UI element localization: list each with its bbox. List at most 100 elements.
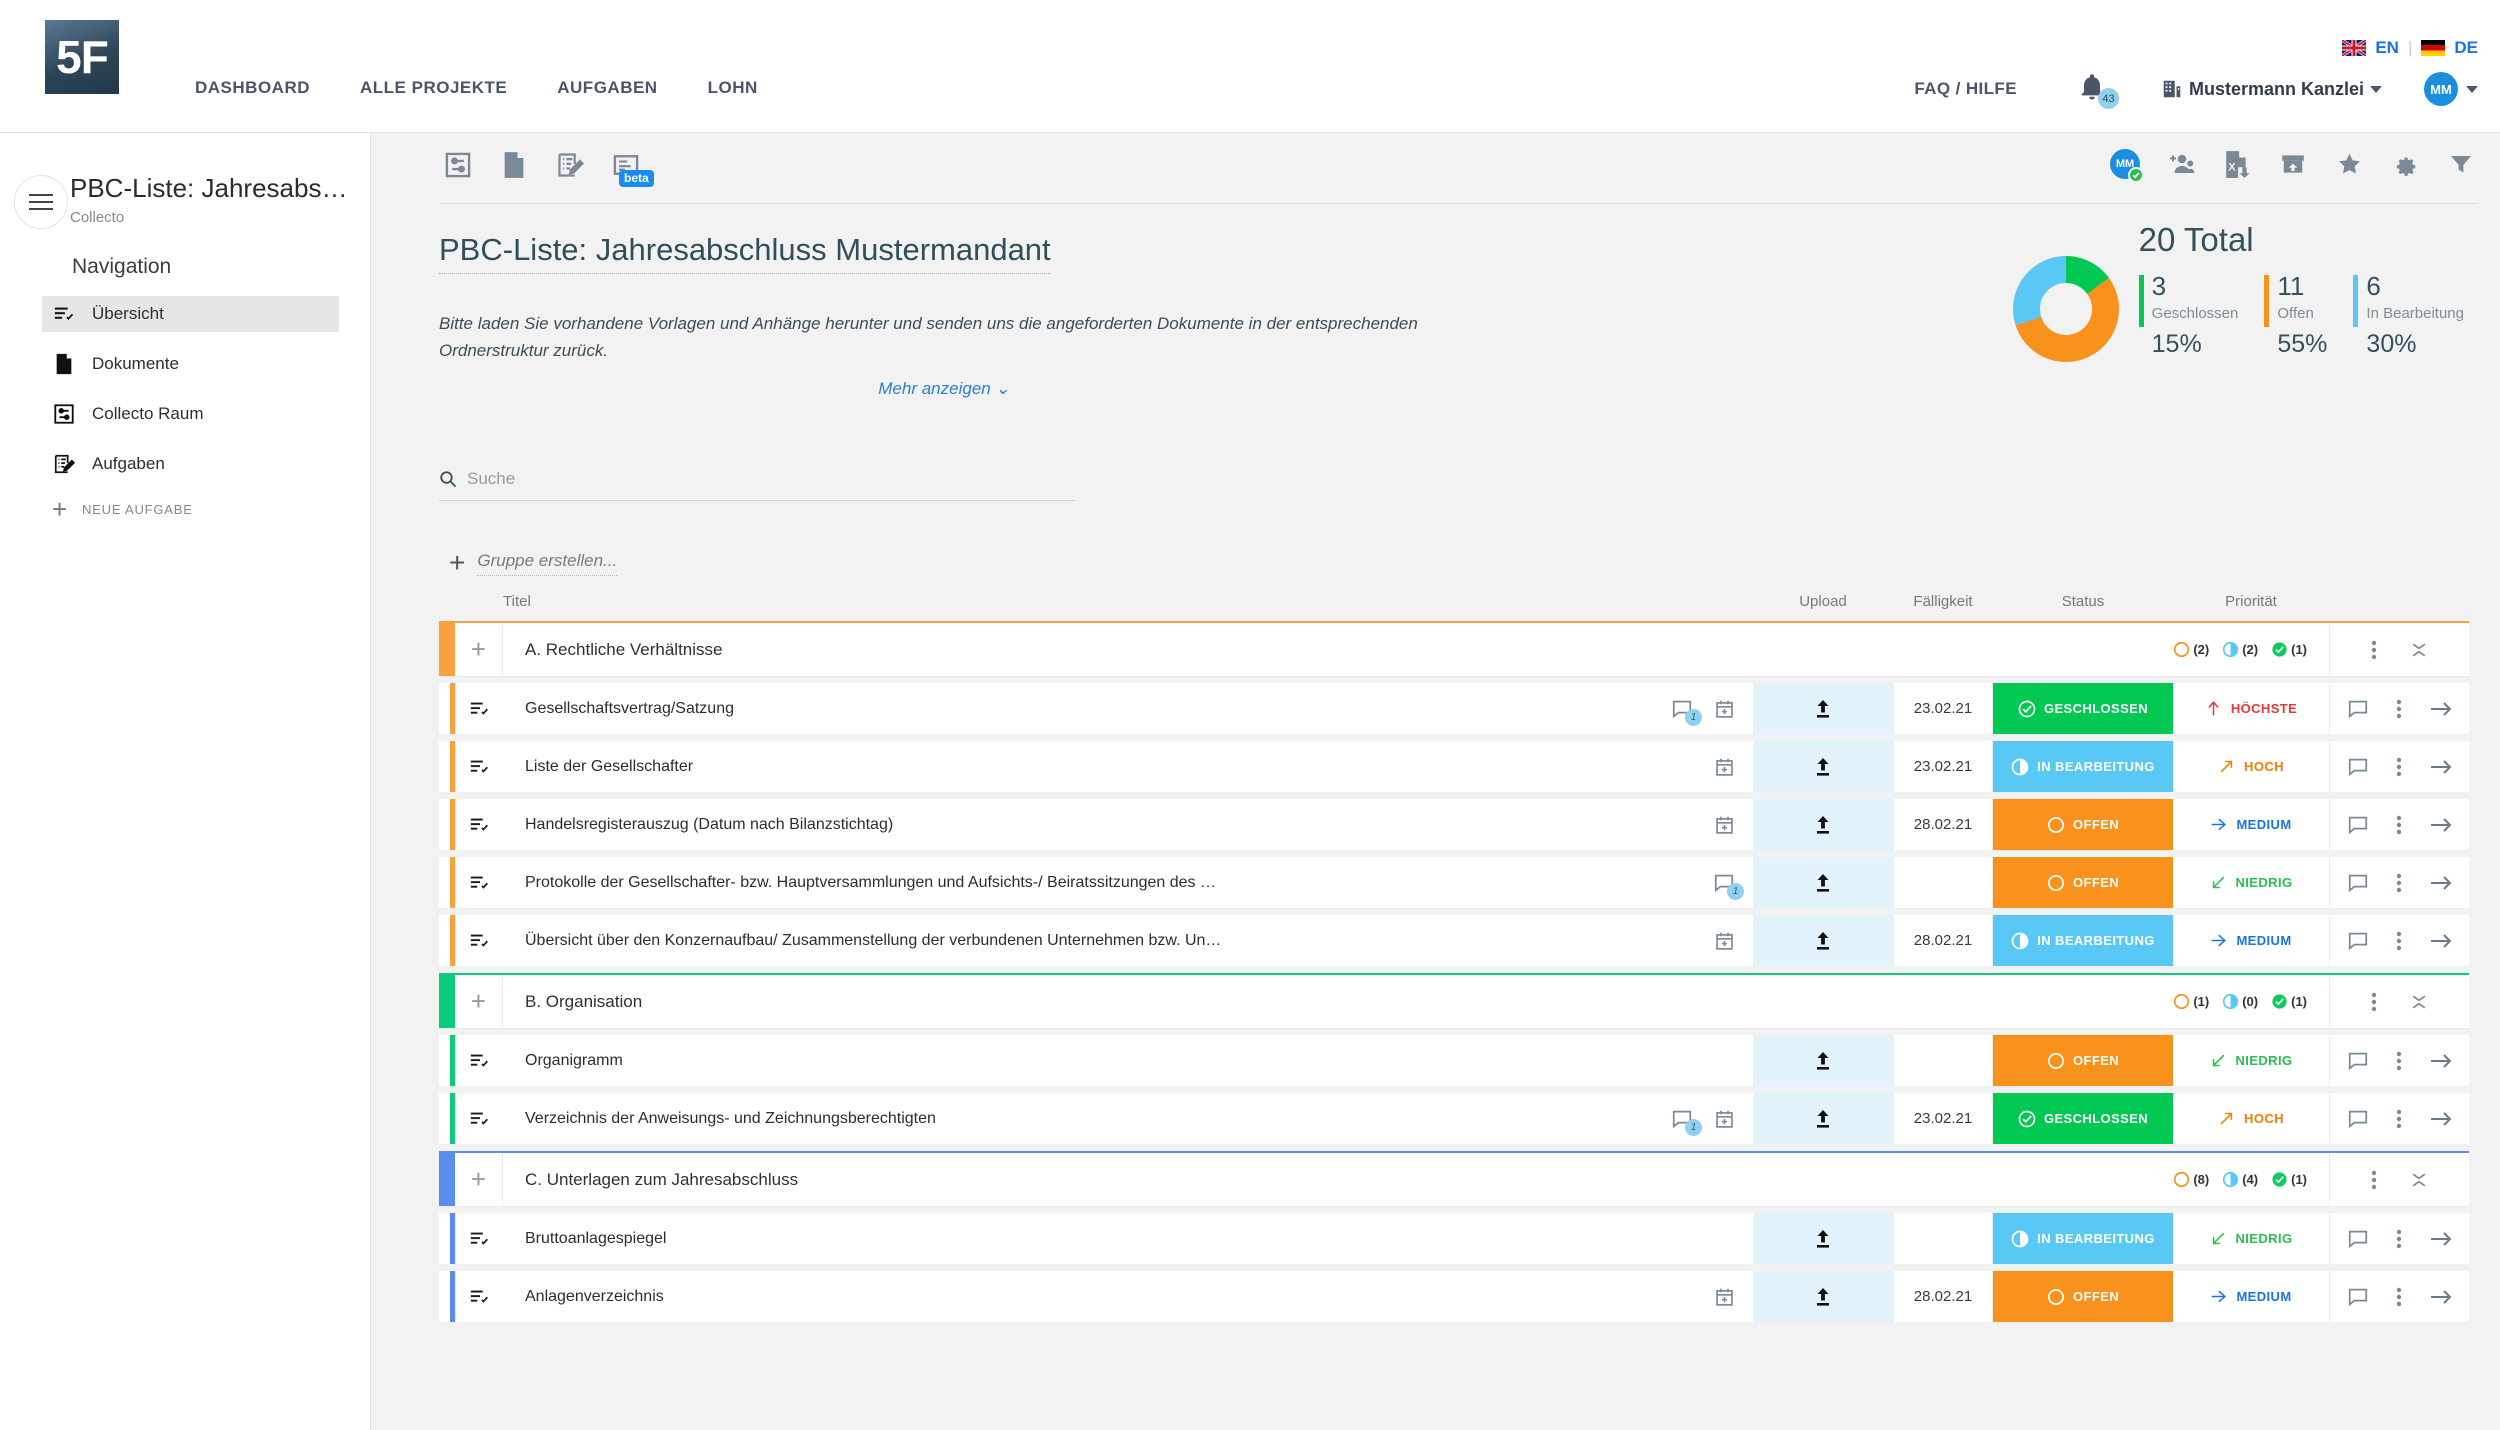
add-item-button[interactable]: + bbox=[455, 623, 503, 676]
settings-gear-icon[interactable] bbox=[2388, 147, 2422, 181]
kebab-menu-icon[interactable] bbox=[2396, 1107, 2402, 1131]
kebab-menu-icon[interactable] bbox=[2396, 1227, 2402, 1251]
status-badge[interactable]: OFFEN bbox=[1993, 1035, 2173, 1086]
priority-badge[interactable]: NIEDRIG bbox=[2173, 1213, 2329, 1264]
kebab-menu-icon[interactable] bbox=[2396, 813, 2402, 837]
status-badge[interactable]: GESCHLOSSEN bbox=[1993, 1093, 2173, 1144]
app-logo[interactable]: 5F bbox=[45, 20, 119, 94]
kebab-menu-icon[interactable] bbox=[2396, 929, 2402, 953]
task-edit-icon[interactable] bbox=[551, 146, 589, 184]
collapse-icon[interactable] bbox=[2409, 1169, 2429, 1191]
comment-icon[interactable]: 1 bbox=[1669, 1106, 1702, 1136]
lang-en-label[interactable]: EN bbox=[2375, 38, 2399, 58]
status-badge[interactable]: IN BEARBEITUNG bbox=[1993, 741, 2173, 792]
collecto-room-icon[interactable] bbox=[439, 146, 477, 184]
status-badge[interactable]: OFFEN bbox=[1993, 799, 2173, 850]
kebab-menu-icon[interactable] bbox=[2371, 1168, 2377, 1192]
comment-icon[interactable] bbox=[2347, 1286, 2369, 1308]
status-badge[interactable]: GESCHLOSSEN bbox=[1993, 683, 2173, 734]
open-detail-icon[interactable] bbox=[2429, 1051, 2453, 1071]
nav-item-alle-projekte[interactable]: ALLE PROJEKTE bbox=[335, 78, 532, 98]
collapse-icon[interactable] bbox=[2409, 991, 2429, 1013]
priority-badge[interactable]: MEDIUM bbox=[2173, 1271, 2329, 1322]
comment-icon[interactable] bbox=[2347, 814, 2369, 836]
add-calendar-icon[interactable] bbox=[1711, 1106, 1737, 1132]
notifications-button[interactable]: 43 bbox=[2077, 72, 2119, 109]
open-detail-icon[interactable] bbox=[2429, 1109, 2453, 1129]
page-title[interactable]: PBC-Liste: Jahresabschluss Mustermandant bbox=[439, 232, 1051, 274]
comment-icon[interactable] bbox=[2347, 1108, 2369, 1130]
favorite-star-icon[interactable] bbox=[2332, 147, 2366, 181]
priority-badge[interactable]: HÖCHSTE bbox=[2173, 683, 2329, 734]
add-user-icon[interactable] bbox=[2164, 147, 2198, 181]
add-item-button[interactable]: + bbox=[455, 975, 503, 1028]
document-icon[interactable] bbox=[495, 146, 533, 184]
table-row[interactable]: Handelsregisterauszug (Datum nach Bilanz… bbox=[439, 799, 2469, 851]
upload-button[interactable] bbox=[1753, 857, 1893, 908]
open-detail-icon[interactable] bbox=[2429, 815, 2453, 835]
kebab-menu-icon[interactable] bbox=[2396, 871, 2402, 895]
create-group-button[interactable]: + Gruppe erstellen... bbox=[449, 549, 618, 577]
kebab-menu-icon[interactable] bbox=[2396, 755, 2402, 779]
open-detail-icon[interactable] bbox=[2429, 873, 2453, 893]
table-row[interactable]: Gesellschaftsvertrag/Satzung 1 23.02.21 … bbox=[439, 683, 2469, 735]
table-row[interactable]: Bruttoanlagespiegel IN BEARBEITUNG NIEDR… bbox=[439, 1213, 2469, 1265]
status-badge[interactable]: OFFEN bbox=[1993, 857, 2173, 908]
comment-icon[interactable] bbox=[2347, 1050, 2369, 1072]
export-excel-icon[interactable]: X bbox=[2220, 147, 2254, 181]
search-input[interactable]: Suche bbox=[467, 469, 515, 489]
group-header-row[interactable]: + B. Organisation (1) (0) (1) bbox=[439, 973, 2469, 1029]
priority-badge[interactable]: NIEDRIG bbox=[2173, 857, 2329, 908]
sidebar-item-uebersicht[interactable]: Übersicht bbox=[42, 296, 339, 332]
upload-button[interactable] bbox=[1753, 683, 1893, 734]
sidebar-toggle-button[interactable] bbox=[14, 175, 68, 229]
comment-icon[interactable] bbox=[2347, 698, 2369, 720]
org-switcher[interactable]: Mustermann Kanzlei bbox=[2161, 78, 2382, 100]
upload-button[interactable] bbox=[1753, 1271, 1893, 1322]
comment-icon[interactable]: 1 bbox=[1669, 696, 1702, 726]
kebab-menu-icon[interactable] bbox=[2396, 1285, 2402, 1309]
add-calendar-icon[interactable] bbox=[1711, 696, 1737, 722]
sidebar-item-collecto-raum[interactable]: Collecto Raum bbox=[42, 396, 339, 432]
assigned-user-icon[interactable]: MM bbox=[2108, 147, 2144, 183]
user-menu[interactable]: MM bbox=[2424, 72, 2478, 106]
priority-badge[interactable]: NIEDRIG bbox=[2173, 1035, 2329, 1086]
upload-button[interactable] bbox=[1753, 1213, 1893, 1264]
open-detail-icon[interactable] bbox=[2429, 757, 2453, 777]
table-row[interactable]: Verzeichnis der Anweisungs- und Zeichnun… bbox=[439, 1093, 2469, 1145]
upload-button[interactable] bbox=[1753, 915, 1893, 966]
table-row[interactable]: Liste der Gesellschafter 23.02.21 IN BEA… bbox=[439, 741, 2469, 793]
status-badge[interactable]: OFFEN bbox=[1993, 1271, 2173, 1322]
kebab-menu-icon[interactable] bbox=[2396, 697, 2402, 721]
open-detail-icon[interactable] bbox=[2429, 1287, 2453, 1307]
add-calendar-icon[interactable] bbox=[1711, 754, 1737, 780]
priority-badge[interactable]: HOCH bbox=[2173, 741, 2329, 792]
table-row[interactable]: Übersicht über den Konzernaufbau/ Zusamm… bbox=[439, 915, 2469, 967]
table-row[interactable]: Anlagenverzeichnis 28.02.21 OFFEN MEDIUM bbox=[439, 1271, 2469, 1323]
kebab-menu-icon[interactable] bbox=[2371, 990, 2377, 1014]
comment-icon[interactable] bbox=[2347, 872, 2369, 894]
kebab-menu-icon[interactable] bbox=[2371, 638, 2377, 662]
comment-icon[interactable] bbox=[2347, 930, 2369, 952]
priority-badge[interactable]: HOCH bbox=[2173, 1093, 2329, 1144]
comment-icon[interactable] bbox=[2347, 1228, 2369, 1250]
new-task-button[interactable]: + NEUE AUFGABE bbox=[42, 496, 339, 522]
group-header-row[interactable]: + A. Rechtliche Verhältnisse (2) (2) (1) bbox=[439, 621, 2469, 677]
nav-item-aufgaben[interactable]: AUFGABEN bbox=[532, 78, 682, 98]
upload-button[interactable] bbox=[1753, 1093, 1893, 1144]
nav-item-lohn[interactable]: LOHN bbox=[683, 78, 783, 98]
add-calendar-icon[interactable] bbox=[1711, 928, 1737, 954]
priority-badge[interactable]: MEDIUM bbox=[2173, 915, 2329, 966]
sidebar-item-aufgaben[interactable]: Aufgaben bbox=[42, 446, 339, 482]
upload-button[interactable] bbox=[1753, 741, 1893, 792]
filter-icon[interactable] bbox=[2444, 147, 2478, 181]
priority-badge[interactable]: MEDIUM bbox=[2173, 799, 2329, 850]
table-row[interactable]: Protokolle der Gesellschafter- bzw. Haup… bbox=[439, 857, 2469, 909]
add-calendar-icon[interactable] bbox=[1711, 1284, 1737, 1310]
comment-icon[interactable]: 1 bbox=[1711, 870, 1744, 900]
upload-button[interactable] bbox=[1753, 799, 1893, 850]
kebab-menu-icon[interactable] bbox=[2396, 1049, 2402, 1073]
report-icon[interactable]: beta bbox=[607, 146, 654, 187]
upload-button[interactable] bbox=[1753, 1035, 1893, 1086]
collapse-icon[interactable] bbox=[2409, 639, 2429, 661]
